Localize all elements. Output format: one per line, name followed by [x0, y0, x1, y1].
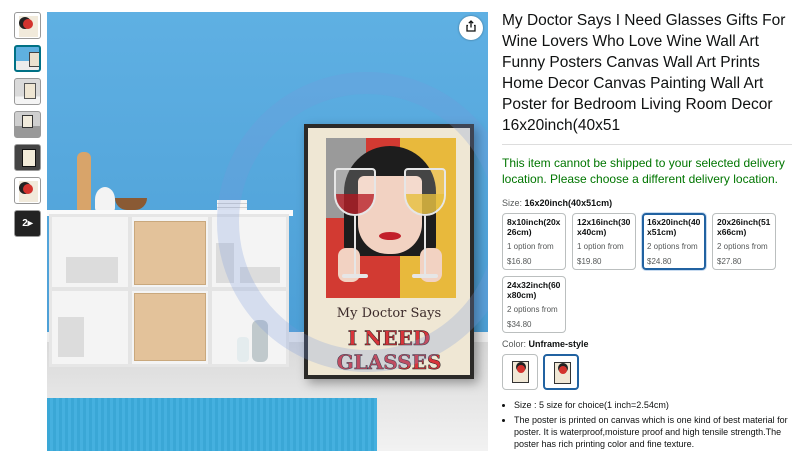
bullet-item: The poster is printed on canvas which is…: [514, 414, 792, 450]
share-icon: [465, 19, 477, 37]
size-options: 8x10inch(20x26cm) 1 option from $16.80 1…: [502, 213, 792, 333]
vase-white: [95, 187, 115, 212]
share-button[interactable]: [459, 16, 483, 40]
video-count-label: 2▸: [22, 218, 33, 229]
bullet-item: Size : 5 size for choice(1 inch=2.54cm): [514, 399, 792, 411]
size-label: Size: 16x20inch(40x51cm): [502, 198, 613, 208]
thumbnail-poster-2[interactable]: [14, 177, 41, 204]
thumbnail-video[interactable]: 2▸: [14, 210, 41, 237]
size-option[interactable]: 12x16inch(30x40cm) 1 option from $19.80: [572, 213, 636, 270]
thumbnail-room-2[interactable]: [14, 78, 41, 105]
thumbnail-poster[interactable]: [14, 12, 41, 39]
selected-size: 16x20inch(40x51cm): [524, 198, 613, 208]
size-option[interactable]: 8x10inch(20x26cm) 1 option from $16.80: [502, 213, 566, 270]
poster: My Doctor Says I NEED GLASSES: [304, 124, 474, 379]
color-swatches: [502, 354, 792, 390]
rug: [47, 398, 377, 451]
vase: [77, 152, 91, 212]
thumbnail-room-selected[interactable]: [14, 45, 41, 72]
thumbnail-room-3[interactable]: [14, 111, 41, 138]
product-details: My Doctor Says I Need Glasses Gifts For …: [502, 10, 792, 451]
main-product-image[interactable]: My Doctor Says I NEED GLASSES: [47, 12, 488, 451]
product-title: My Doctor Says I Need Glasses Gifts For …: [502, 12, 786, 134]
size-option-selected[interactable]: 16x20inch(40x51cm) 2 options from $24.80: [642, 213, 706, 270]
thumbnail-dark[interactable]: [14, 144, 41, 171]
feature-bullets: Size : 5 size for choice(1 inch=2.54cm) …: [502, 399, 792, 450]
product-page: 2▸ My Doctor Says I NEED GLASSES My Doct…: [0, 0, 800, 451]
color-label: Color: Unframe-style: [502, 339, 589, 349]
divider: [502, 144, 792, 145]
shipping-warning: This item cannot be shipped to your sele…: [502, 156, 785, 186]
color-swatch[interactable]: [502, 354, 538, 390]
selected-color: Unframe-style: [528, 339, 589, 349]
size-option[interactable]: 20x26inch(51x66cm) 2 options from $27.80: [712, 213, 776, 270]
color-swatch-selected[interactable]: [543, 354, 579, 390]
poster-line-1: My Doctor Says: [336, 306, 442, 321]
size-option[interactable]: 24x32inch(60x80cm) 2 options from $34.80: [502, 276, 566, 333]
poster-line-2: I NEED GLASSES: [336, 326, 442, 375]
thumbnail-strip: 2▸: [14, 12, 42, 243]
